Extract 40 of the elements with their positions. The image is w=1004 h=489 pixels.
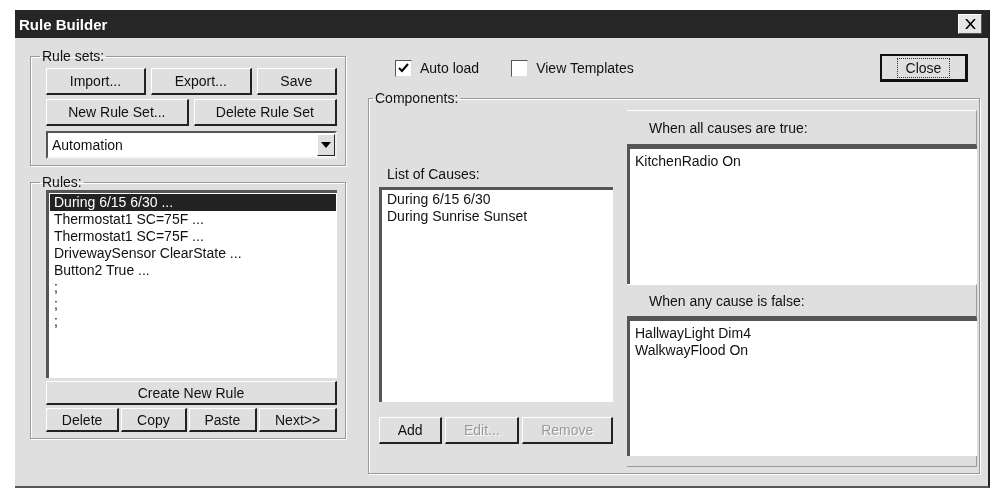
push-button[interactable]: Save xyxy=(256,68,337,95)
checkbox-label: View Templates xyxy=(536,60,634,76)
rule-item[interactable]: ; xyxy=(50,279,336,296)
group-label: Components: xyxy=(374,90,460,106)
rule-set-dropdown[interactable]: Automation xyxy=(46,131,337,159)
push-button[interactable]: Import... xyxy=(46,68,146,95)
group-label: Rule sets: xyxy=(41,48,106,64)
close-icon xyxy=(964,19,976,29)
action-item[interactable]: WalkwayFlood On xyxy=(631,342,976,359)
push-button[interactable]: Add xyxy=(379,417,443,444)
list-label: List of Causes: xyxy=(386,166,481,182)
section-header: When all causes are true: xyxy=(627,110,977,146)
checkbox-label: Auto load xyxy=(420,60,480,76)
push-button[interactable]: Paste xyxy=(188,408,258,432)
section-header: When any cause is false: xyxy=(627,284,977,318)
push-button[interactable]: New Rule Set... xyxy=(46,99,189,126)
push-button[interactable]: Delete Rule Set xyxy=(193,99,337,126)
rule-item[interactable]: Thermostat1 SC=75F ... xyxy=(50,228,336,245)
rule-item[interactable]: During 6/15 6/30 ... xyxy=(50,194,336,211)
checkbox[interactable] xyxy=(395,59,412,77)
close-button[interactable]: Close xyxy=(880,54,968,82)
rule-item[interactable]: Thermostat1 SC=75F ... xyxy=(50,211,336,228)
push-button[interactable]: Delete xyxy=(46,408,120,432)
push-button[interactable]: Next>> xyxy=(259,408,337,432)
close-button[interactable] xyxy=(958,14,982,34)
dropdown-arrow-icon xyxy=(321,142,331,148)
rule-item[interactable]: ; xyxy=(50,296,336,313)
cause-item[interactable]: During Sunrise Sunset xyxy=(383,208,612,225)
rule-item[interactable]: Button2 True ... xyxy=(50,262,336,279)
rule-item[interactable]: DrivewaySensor ClearState ... xyxy=(50,245,336,262)
group-label: Rules: xyxy=(41,174,83,190)
cause-item[interactable]: During 6/15 6/30 xyxy=(383,191,612,208)
push-button[interactable]: Copy xyxy=(121,408,187,432)
push-button[interactable]: Create New Rule xyxy=(46,381,337,405)
action-item[interactable]: HallwayLight Dim4 xyxy=(631,325,976,342)
rule-item[interactable]: ; xyxy=(50,313,336,330)
window-title: Rule Builder xyxy=(19,15,108,33)
checkbox[interactable] xyxy=(511,59,529,77)
action-item[interactable]: KitchenRadio On xyxy=(631,153,976,170)
push-button[interactable]: Export... xyxy=(150,68,252,95)
